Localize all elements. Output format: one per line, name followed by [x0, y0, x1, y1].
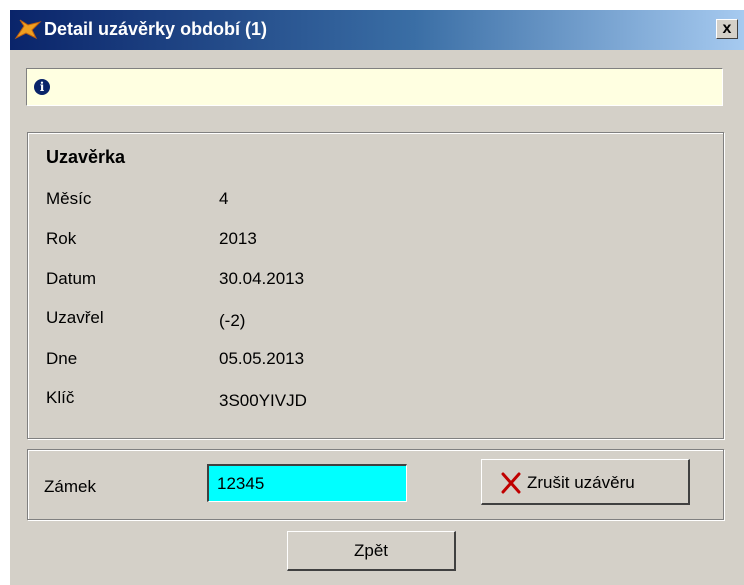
field-label-day: Dne: [46, 349, 78, 368]
info-bar: i: [26, 68, 723, 106]
field-value-key: 3S00YIVJD: [219, 391, 307, 410]
fox-logo-icon: [14, 19, 42, 40]
back-button[interactable]: Zpět: [287, 531, 456, 571]
field-value-day: 05.05.2013: [219, 349, 305, 368]
lock-input[interactable]: [207, 464, 407, 502]
group-title: Uzavěrka: [46, 147, 126, 167]
dialog-window: Detail uzávěrky období (1) x i Uzavěrka …: [10, 10, 744, 585]
title-bar[interactable]: Detail uzávěrky období (1) x: [10, 10, 744, 50]
field-label-closed-by: Uzavřel: [46, 308, 104, 327]
field-value-year: 2013: [219, 229, 257, 248]
lock-label: Zámek: [44, 477, 96, 496]
field-value-month: 4: [219, 189, 229, 208]
field-label-year: Rok: [46, 229, 77, 248]
info-icon: i: [34, 79, 50, 95]
red-x-icon: [501, 472, 521, 494]
field-label-date: Datum: [46, 269, 97, 288]
field-label-key: Klíč: [46, 388, 75, 407]
field-value-closed-by: (-2): [219, 311, 246, 330]
lock-group: Zámek Zrušit uzávěru: [27, 449, 724, 520]
field-label-month: Měsíc: [46, 189, 92, 208]
closure-group: Uzavěrka Měsíc 4 Rok 2013 Datum 30.04.20…: [27, 132, 724, 439]
cancel-closure-button[interactable]: Zrušit uzávěru: [481, 459, 690, 505]
window-title: Detail uzávěrky období (1): [44, 19, 268, 39]
cancel-closure-label: Zrušit uzávěru: [527, 473, 635, 492]
close-button[interactable]: x: [716, 19, 738, 39]
field-value-date: 30.04.2013: [219, 269, 305, 288]
